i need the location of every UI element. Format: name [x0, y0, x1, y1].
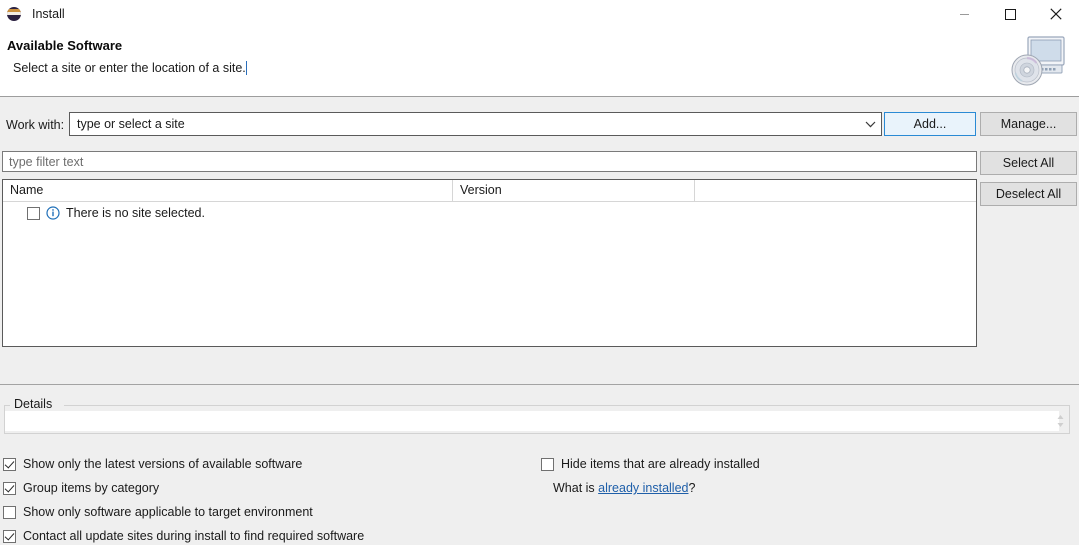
eclipse-icon: [7, 6, 23, 22]
chevron-down-icon: [865, 121, 875, 127]
row-name: There is no site selected.: [66, 206, 205, 220]
minimize-button[interactable]: [941, 0, 987, 28]
maximize-button[interactable]: [987, 0, 1033, 28]
window-controls: [941, 0, 1079, 28]
checkbox-label: Contact all update sites during install …: [23, 529, 365, 543]
column-header-name[interactable]: Name: [3, 180, 452, 201]
checkbox-applicable-target-environment[interactable]: Show only software applicable to target …: [3, 505, 313, 519]
already-installed-link[interactable]: already installed: [598, 481, 688, 495]
checkbox-show-latest-versions[interactable]: Show only the latest versions of availab…: [3, 457, 302, 471]
info-icon: [46, 206, 60, 220]
page-description-text: Select a site or enter the location of a…: [13, 61, 246, 75]
checkbox-label: Show only software applicable to target …: [23, 505, 313, 519]
window-title: Install: [32, 7, 65, 21]
filter-input[interactable]: type filter text: [2, 151, 977, 172]
close-button[interactable]: [1033, 0, 1079, 28]
deselect-all-button[interactable]: Deselect All: [980, 182, 1077, 206]
section-separator: [0, 384, 1079, 385]
add-button[interactable]: Add...: [884, 112, 976, 136]
table-row[interactable]: There is no site selected.: [3, 202, 976, 224]
column-header-version[interactable]: Version: [452, 180, 694, 201]
checkbox-hide-already-installed[interactable]: Hide items that are already installed: [541, 457, 760, 471]
page-description: Select a site or enter the location of a…: [13, 61, 247, 75]
work-with-label: Work with:: [6, 118, 65, 132]
minimize-icon: [959, 13, 969, 15]
computer-with-disc-icon: [1011, 36, 1065, 86]
checkbox-label: Group items by category: [23, 481, 160, 495]
details-group: Details: [4, 397, 1070, 434]
details-text[interactable]: [5, 411, 1059, 431]
select-all-button[interactable]: Select All: [980, 151, 1077, 175]
work-with-dropdown-button[interactable]: [859, 121, 881, 128]
dialog-header: Available Software Select a site or ente…: [0, 28, 1079, 97]
title-bar: Install: [0, 0, 1079, 28]
manage-button[interactable]: Manage...: [980, 112, 1077, 136]
link-prefix: What is: [553, 481, 599, 495]
checkbox-contact-all-update-sites[interactable]: Contact all update sites during install …: [3, 529, 364, 543]
page-title: Available Software: [7, 38, 123, 53]
checkbox-group-by-category[interactable]: Group items by category: [3, 481, 159, 495]
checkbox-box[interactable]: [3, 529, 16, 543]
work-with-combo[interactable]: type or select a site: [69, 112, 882, 136]
checkbox-label: Show only the latest versions of availab…: [23, 457, 303, 471]
checkbox-label: Hide items that are already installed: [561, 457, 760, 471]
close-icon: [1050, 8, 1062, 20]
text-caret: [245, 61, 247, 75]
checkbox-box[interactable]: [541, 457, 554, 471]
checkbox-box[interactable]: [3, 481, 16, 495]
details-legend: Details: [10, 397, 57, 411]
resize-grip-icon[interactable]: [1055, 412, 1066, 430]
work-with-combo-value[interactable]: type or select a site: [77, 117, 859, 131]
column-header-blank[interactable]: [694, 180, 976, 201]
row-checkbox[interactable]: [27, 206, 40, 220]
already-installed-question: What is already installed?: [553, 481, 695, 495]
table-header-row: Name Version: [3, 180, 976, 202]
checkbox-box[interactable]: [3, 457, 16, 471]
maximize-icon: [1004, 8, 1016, 20]
link-suffix: ?: [688, 481, 696, 495]
checkbox-box[interactable]: [3, 505, 16, 519]
filter-placeholder: type filter text: [9, 154, 84, 169]
software-table: Name Version There is no site selected.: [2, 179, 977, 347]
